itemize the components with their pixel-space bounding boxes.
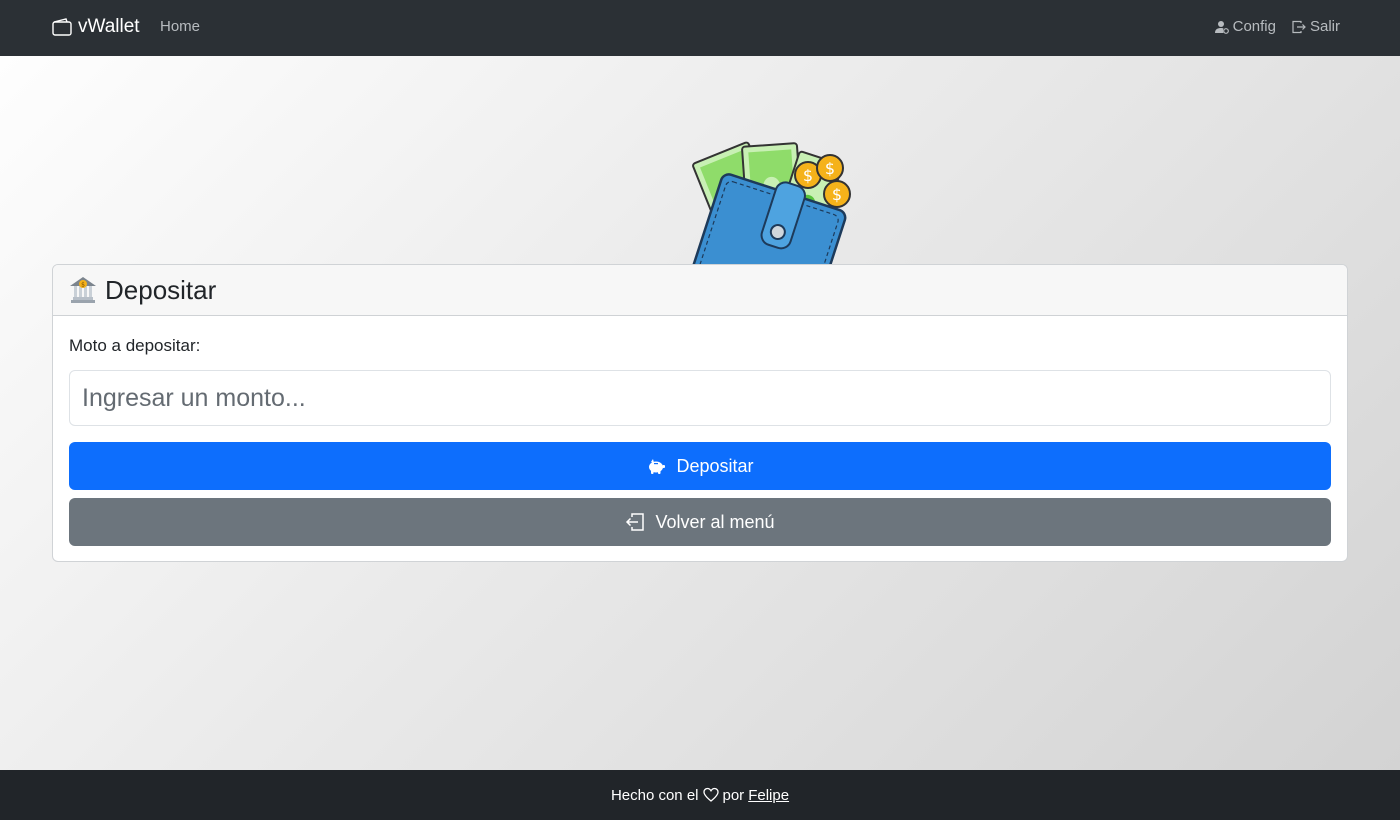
card-body: Moto a depositar: Depositar Volver al me… <box>53 316 1347 561</box>
heart-icon <box>702 787 719 802</box>
svg-text:$: $ <box>825 159 835 178</box>
footer-text-after: por <box>722 786 745 804</box>
deposit-card: $ Depositar Moto a depositar: Depositar … <box>52 264 1348 562</box>
brand-link[interactable]: vWallet <box>52 16 140 38</box>
nav-logout-label: Salir <box>1309 18 1340 35</box>
nav-right: Config Salir <box>1214 18 1340 35</box>
footer: Hecho con el por Felipe <box>0 770 1400 820</box>
wallet-icon <box>52 18 72 36</box>
box-arrow-right-icon <box>1292 20 1306 33</box>
svg-text:$: $ <box>81 282 85 289</box>
back-to-menu-button[interactable]: Volver al menú <box>69 498 1331 546</box>
svg-text:$: $ <box>803 166 813 185</box>
back-button-label: Volver al menú <box>655 511 775 532</box>
deposit-button[interactable]: Depositar <box>69 442 1331 490</box>
wallet-illustration: $ $ $ <box>660 130 870 265</box>
deposit-button-label: Depositar <box>676 455 754 476</box>
footer-text-before: Hecho con el <box>610 786 699 804</box>
navbar: vWallet Home Config Salir <box>0 0 1400 56</box>
bank-emoji-icon: $ <box>70 277 96 303</box>
nav-config-link[interactable]: Config <box>1214 18 1276 35</box>
piggy-bank-icon <box>649 459 666 474</box>
nav-home-link[interactable]: Home <box>160 18 200 35</box>
amount-label: Moto a depositar: <box>69 336 201 355</box>
card-title: Depositar <box>105 274 217 305</box>
card-header: $ Depositar <box>53 265 1347 316</box>
svg-text:$: $ <box>832 185 842 204</box>
person-gear-icon <box>1214 20 1229 34</box>
amount-input[interactable] <box>69 370 1331 426</box>
brand-label: vWallet <box>78 16 140 37</box>
footer-author-link[interactable]: Felipe <box>748 787 789 804</box>
nav-logout-link[interactable]: Salir <box>1292 18 1340 35</box>
nav-config-label: Config <box>1232 18 1276 35</box>
box-arrow-in-left-icon <box>626 513 645 531</box>
